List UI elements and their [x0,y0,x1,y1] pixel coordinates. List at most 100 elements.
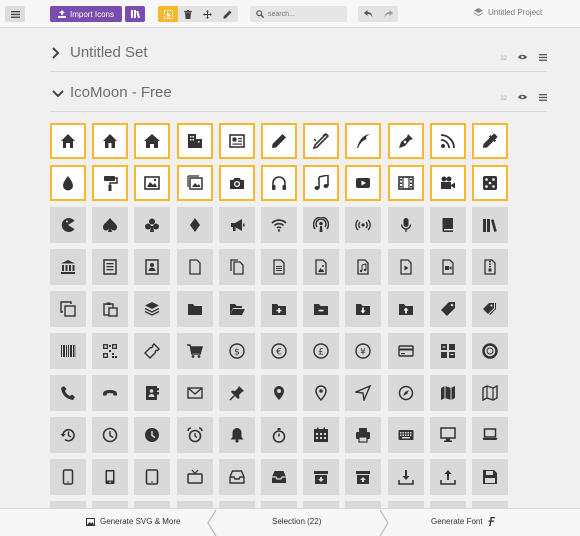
icon-tile-home[interactable] [50,123,86,159]
icon-tile-bell[interactable] [218,417,255,453]
icon-tile-office[interactable] [176,123,213,159]
icon-tile-database[interactable] [92,501,129,508]
chevron-right-icon[interactable] [52,47,60,59]
icon-tile-bubbles[interactable] [429,501,466,508]
redo-icon[interactable] [384,10,393,18]
search-box[interactable] [250,6,347,22]
icon-tile-clubs[interactable] [134,207,171,243]
icon-tile-bubbles2[interactable] [471,501,508,508]
icon-tile-camera[interactable] [218,165,255,201]
icon-tile-redo[interactable] [176,501,213,508]
icon-tile-compass[interactable] [345,375,382,411]
search-input[interactable] [268,10,338,18]
icon-tile-library[interactable] [50,249,86,285]
icon-tile-folder-download[interactable] [345,291,382,327]
icon-tile-bullhorn[interactable] [218,207,255,243]
icon-tile-barcode[interactable] [50,333,86,369]
undo-icon[interactable] [363,10,373,18]
icon-tile-headphones[interactable] [260,165,297,201]
eye-icon[interactable] [518,94,527,100]
icon-tile-coin-euro[interactable]: € [260,333,297,369]
icon-tile-pencil[interactable] [260,123,297,159]
icon-tile-location2[interactable] [303,375,340,411]
icon-tile-credit-card[interactable] [387,333,424,369]
icon-tile-laptop[interactable] [471,417,508,453]
icon-tile-floppy-disk[interactable] [471,459,508,495]
icon-tile-image[interactable] [134,165,171,201]
icon-tile-map[interactable] [429,375,466,411]
icon-tile-phone[interactable] [50,375,86,411]
icon-tile-compass2[interactable] [387,375,424,411]
icon-tile-mobile2[interactable] [92,459,129,495]
import-icons-button[interactable]: Import Icons [50,6,122,22]
trash-icon[interactable] [183,9,192,19]
icon-tile-location[interactable] [260,375,297,411]
icon-tile-calendar[interactable] [303,417,340,453]
icon-tile-folder-upload[interactable] [387,291,424,327]
icon-tile-paint-format[interactable] [92,165,129,201]
move-icon[interactable] [202,9,212,19]
pencil-icon[interactable] [223,10,232,19]
icon-tile-images[interactable] [176,165,213,201]
icon-tile-pacman[interactable] [50,207,86,243]
icon-tile-books[interactable] [471,207,508,243]
menu-icon[interactable] [539,54,547,61]
menu-icon[interactable] [539,94,547,101]
icon-tile-history[interactable] [50,417,86,453]
icon-tile-coin-yen[interactable]: ¥ [345,333,382,369]
icon-tile-drawer[interactable] [218,459,255,495]
icon-tile-file-text[interactable] [92,249,129,285]
icon-tile-map2[interactable] [471,375,508,411]
main-menu-button[interactable] [5,6,25,22]
icon-tile-file-empty[interactable] [176,249,213,285]
icon-tile-book[interactable] [429,207,466,243]
eye-icon[interactable] [518,54,527,60]
icon-tile-coin-pound[interactable]: £ [303,333,340,369]
icon-tile-file-zip[interactable] [471,249,508,285]
icon-tile-mobile[interactable] [50,459,86,495]
icon-tile-lifebuoy[interactable] [471,333,508,369]
icon-tile-file-picture[interactable] [303,249,340,285]
icon-tile-keyboard[interactable] [387,417,424,453]
selection-button[interactable]: Selection (22) [272,517,321,526]
icon-tile-paste[interactable] [92,291,129,327]
generate-svg-button[interactable]: Generate SVG & More [86,517,180,526]
icon-tile-qrcode[interactable] [92,333,129,369]
icon-tile-video-camera[interactable] [429,165,466,201]
set-header-untitled[interactable]: Untitled Set 32 [50,42,547,72]
icon-tile-spades[interactable] [92,207,129,243]
icon-tile-blog[interactable] [429,123,466,159]
icon-tile-files-empty[interactable] [218,249,255,285]
icon-tile-file-text2[interactable] [260,249,297,285]
icon-tile-dice[interactable] [471,165,508,201]
icon-tile-home3[interactable] [134,123,171,159]
icon-tile-connection[interactable] [260,207,297,243]
icon-tile-pencil2[interactable] [303,123,340,159]
icon-tile-copy[interactable] [50,291,86,327]
icon-tile-forward[interactable] [303,501,340,508]
icon-tile-printer[interactable] [345,417,382,453]
icon-tile-stack[interactable] [134,291,171,327]
icon-tile-calculator[interactable] [429,333,466,369]
icon-tile-price-tags[interactable] [471,291,508,327]
icon-tile-coin-dollar[interactable]: $ [218,333,255,369]
icon-tile-eyedropper[interactable] [471,123,508,159]
icon-tile-redo2[interactable] [260,501,297,508]
icon-tile-home2[interactable] [92,123,129,159]
icon-tile-drawer2[interactable] [260,459,297,495]
icon-tile-feed[interactable] [345,207,382,243]
icon-tile-film[interactable] [387,165,424,201]
icon-tile-podcast[interactable] [303,207,340,243]
icon-tile-folder[interactable] [176,291,213,327]
icon-library-button[interactable] [125,6,145,22]
icon-tile-stopwatch[interactable] [260,417,297,453]
icon-tile-cart[interactable] [176,333,213,369]
icon-tile-clock[interactable] [92,417,129,453]
icon-tile-drive[interactable] [50,501,86,508]
icon-tile-file-video[interactable] [429,249,466,285]
icon-tile-clock2[interactable] [134,417,171,453]
icon-tile-envelop[interactable] [176,375,213,411]
icon-tile-price-tag[interactable] [429,291,466,327]
icon-tile-undo[interactable] [134,501,171,508]
icon-tile-undo2[interactable] [218,501,255,508]
